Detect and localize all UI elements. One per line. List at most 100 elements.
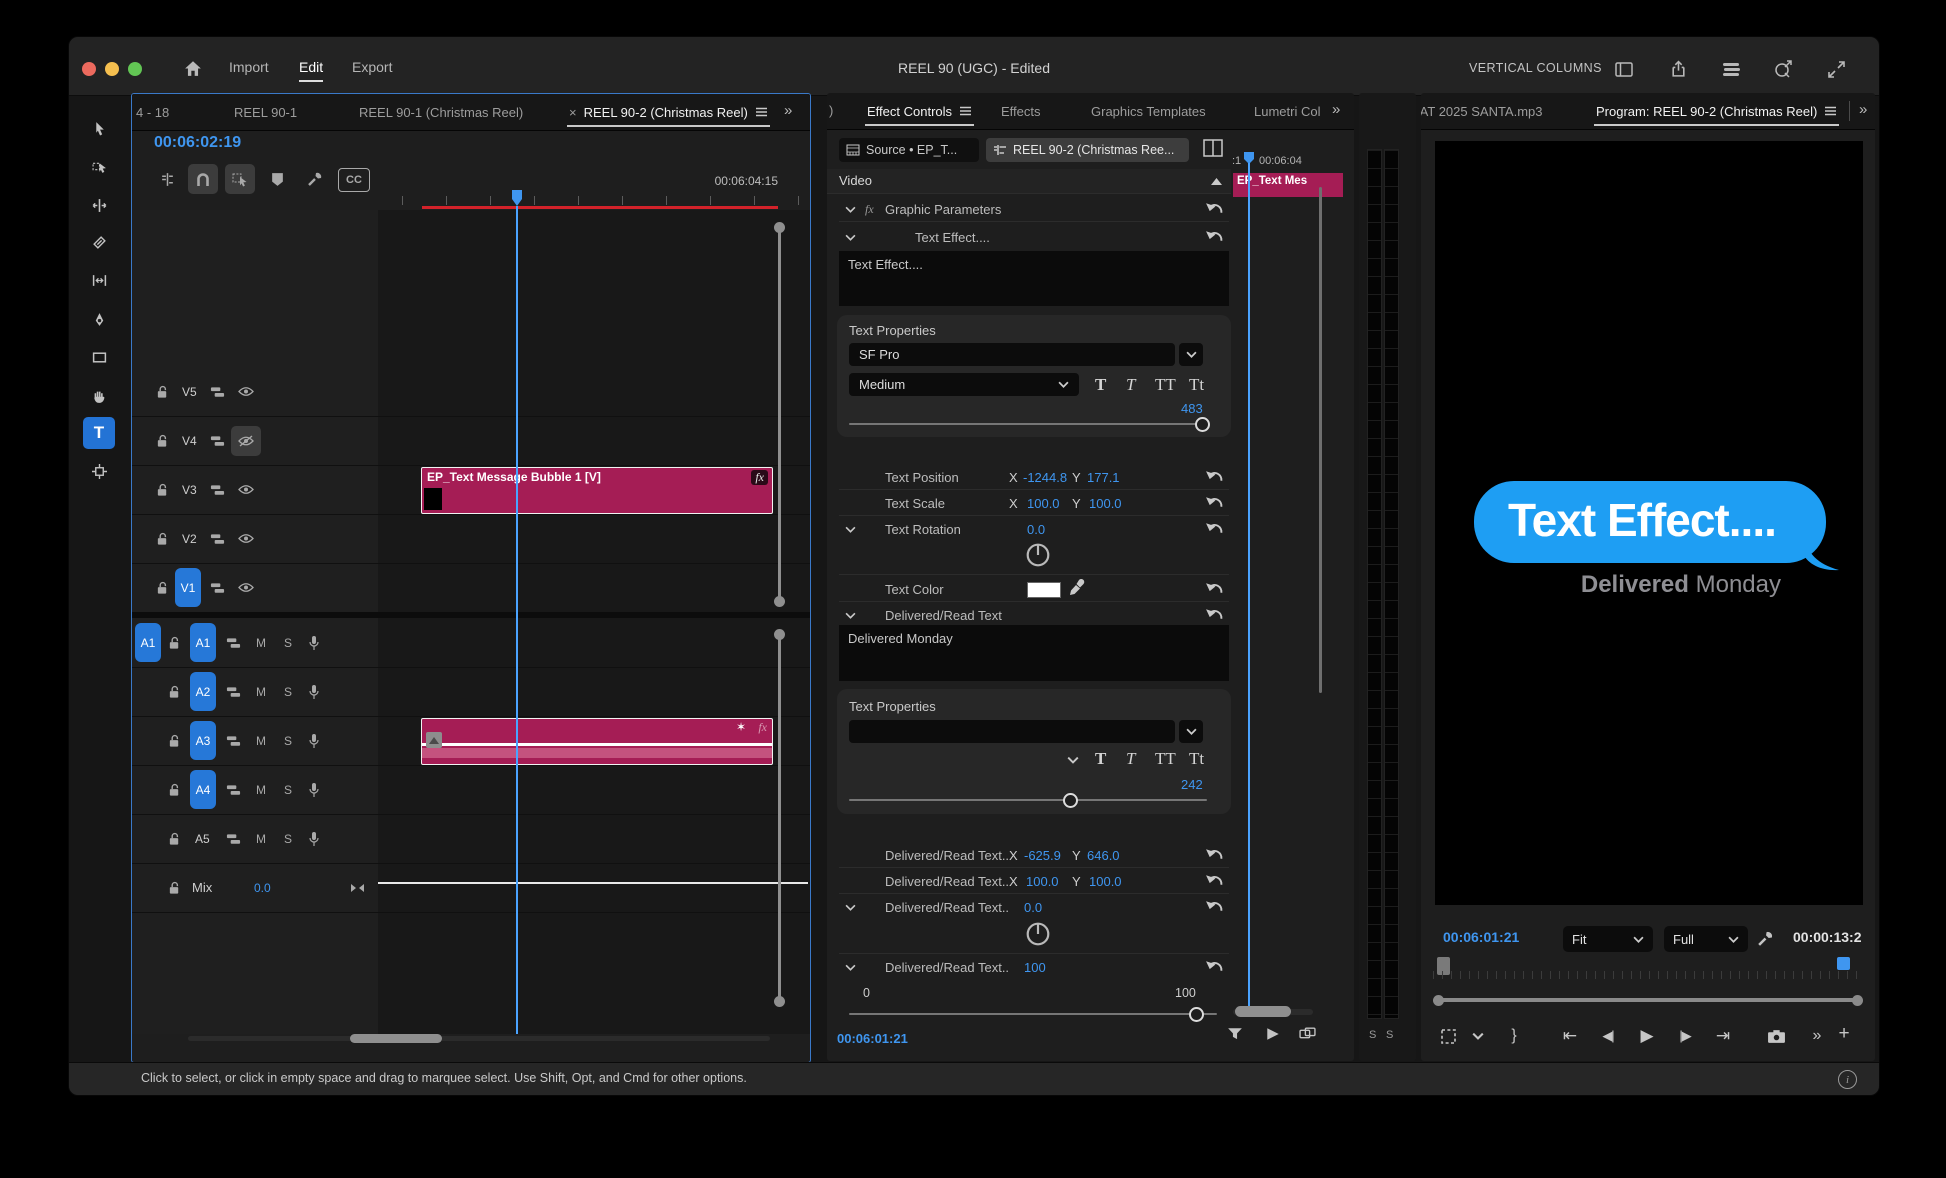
dr-scale-x[interactable]: 100.0 xyxy=(1026,874,1059,889)
text-position-x[interactable]: -1244.8 xyxy=(1023,470,1067,485)
track-target-badge[interactable]: A4 xyxy=(190,770,216,809)
info-icon[interactable]: i xyxy=(1838,1070,1857,1089)
font-size-slider-knob[interactable] xyxy=(1063,793,1078,808)
split-view-icon[interactable] xyxy=(1203,139,1225,161)
mini-hscroll-handle[interactable] xyxy=(1235,1006,1291,1017)
chevron-down-icon[interactable] xyxy=(845,206,856,213)
text-effect-input[interactable]: Text Effect.... xyxy=(839,251,1229,306)
track-label[interactable]: V4 xyxy=(182,434,197,448)
video-section-header[interactable]: Video xyxy=(827,169,1231,194)
reset-parameter-icon[interactable] xyxy=(1205,847,1224,862)
mic-icon[interactable] xyxy=(308,635,320,651)
track-visibility-eye-icon[interactable] xyxy=(238,386,254,397)
color-swatch[interactable] xyxy=(1027,582,1061,598)
mute-button[interactable]: M xyxy=(256,832,266,846)
sync-lock-icon[interactable] xyxy=(210,484,225,496)
reset-parameter-icon[interactable] xyxy=(1205,607,1224,622)
mute-button[interactable]: M xyxy=(256,734,266,748)
hand-tool[interactable] xyxy=(83,380,115,412)
timeline-ruler[interactable]: 00:06:04:15 xyxy=(378,134,810,210)
mini-playhead-line[interactable] xyxy=(1248,163,1250,1013)
track-label[interactable]: V2 xyxy=(182,532,197,546)
font-size-value[interactable]: 242 xyxy=(1181,777,1203,792)
keyframe-nav-icon[interactable] xyxy=(350,883,365,893)
text-effect-row[interactable]: Text Effect.... xyxy=(827,225,1231,250)
mark-out-icon[interactable]: } xyxy=(1503,1025,1525,1047)
sync-lock-icon[interactable] xyxy=(226,784,241,796)
graphic-parameters-row[interactable]: fx Graphic Parameters xyxy=(827,197,1231,222)
type-tool[interactable]: T xyxy=(83,417,115,449)
dr-position-x[interactable]: -625.9 xyxy=(1024,848,1061,863)
solo-button[interactable]: S xyxy=(284,734,292,748)
mute-button[interactable]: M xyxy=(256,636,266,650)
tab-effect-controls[interactable]: Effect Controls xyxy=(867,93,972,129)
dr-opacity-slider[interactable] xyxy=(849,1013,1217,1015)
lock-icon[interactable] xyxy=(156,581,169,595)
marquee-chevron-icon[interactable] xyxy=(1467,1025,1489,1047)
solo-button[interactable]: S xyxy=(284,832,292,846)
all-caps-button[interactable]: TT xyxy=(1155,375,1176,395)
track-label[interactable]: A5 xyxy=(195,832,210,846)
all-caps-button[interactable]: TT xyxy=(1155,749,1176,769)
reset-parameter-icon[interactable] xyxy=(1205,469,1224,484)
panel-menu-icon[interactable] xyxy=(959,106,972,116)
mix-automation-line[interactable] xyxy=(378,882,808,884)
timeline-tab-1[interactable]: REEL 90-1 xyxy=(234,94,297,130)
rectangle-tool[interactable] xyxy=(83,341,115,373)
button-overflow-icon[interactable]: » xyxy=(1805,1025,1827,1047)
reset-parameter-icon[interactable] xyxy=(1205,899,1224,914)
dr-scale-y[interactable]: 100.0 xyxy=(1089,874,1122,889)
slip-tool[interactable] xyxy=(83,264,115,296)
scrollbar-handle[interactable] xyxy=(774,629,785,640)
chevron-down-icon[interactable] xyxy=(845,526,856,533)
lock-icon[interactable] xyxy=(168,881,181,895)
rotation-dial[interactable] xyxy=(1025,921,1051,947)
scrollbar-handle[interactable] xyxy=(774,222,785,233)
video-clip[interactable]: EP_Text Message Bubble 1 [V] fx xyxy=(421,467,773,514)
source-clip-button[interactable]: Source • EP_T... xyxy=(839,138,979,162)
track-target-badge[interactable]: V1 xyxy=(175,568,201,607)
solo-meter-button[interactable]: S xyxy=(1386,1029,1393,1041)
reset-parameter-icon[interactable] xyxy=(1205,229,1224,244)
font-size-slider-knob[interactable] xyxy=(1195,417,1210,432)
track-visibility-eye-off-icon[interactable] xyxy=(231,426,261,456)
lock-icon[interactable] xyxy=(168,734,181,748)
faux-bold-button[interactable]: T xyxy=(1095,375,1106,395)
dr-rotation-value[interactable]: 0.0 xyxy=(1024,900,1042,915)
audio-clip[interactable]: ✶ fx xyxy=(421,718,773,765)
program-video-frame[interactable]: Text Effect.... Delivered Monday xyxy=(1435,141,1863,905)
tab-overflow-icon[interactable]: » xyxy=(784,102,790,119)
text-scale-x[interactable]: 100.0 xyxy=(1027,496,1060,511)
add-button-icon[interactable]: + xyxy=(1833,1023,1855,1045)
chevron-down-icon[interactable] xyxy=(845,234,856,241)
playhead-marker[interactable] xyxy=(511,189,523,207)
lock-icon[interactable] xyxy=(156,385,169,399)
eyedropper-icon[interactable] xyxy=(1069,579,1085,596)
nest-sequence-icon[interactable] xyxy=(154,166,180,192)
font-family-select[interactable] xyxy=(849,720,1175,743)
faux-italic-button[interactable]: T xyxy=(1126,749,1135,769)
collapse-triangle-icon[interactable] xyxy=(1211,178,1222,185)
step-back-icon[interactable]: ◀| xyxy=(1597,1025,1619,1047)
dr-opacity-value[interactable]: 100 xyxy=(1024,960,1046,975)
text-rotation-value[interactable]: 0.0 xyxy=(1027,522,1045,537)
mute-button[interactable]: M xyxy=(256,685,266,699)
font-style-select[interactable]: Medium xyxy=(849,373,1079,396)
sync-lock-icon[interactable] xyxy=(226,637,241,649)
sync-lock-icon[interactable] xyxy=(210,386,225,398)
panel-menu-icon[interactable] xyxy=(755,107,768,117)
clipped-tab[interactable]: ) xyxy=(829,103,833,118)
zoom-level-select[interactable]: Fit xyxy=(1563,926,1653,952)
step-forward-icon[interactable]: |▶ xyxy=(1674,1025,1696,1047)
tab-program[interactable]: Program: REEL 90-2 (Christmas Reel) xyxy=(1596,93,1837,129)
playhead-line[interactable] xyxy=(516,206,518,1034)
program-settings-wrench-icon[interactable] xyxy=(1757,930,1774,947)
solo-button[interactable]: S xyxy=(284,685,292,699)
tab-graphics-templates[interactable]: Graphics Templates xyxy=(1091,93,1206,129)
play-button[interactable]: ▶ xyxy=(1636,1025,1658,1047)
keyframe-export-icon[interactable] xyxy=(1299,1027,1321,1049)
reset-parameter-icon[interactable] xyxy=(1205,581,1224,596)
track-target-badge[interactable]: A3 xyxy=(190,721,216,760)
program-scrub-bar[interactable] xyxy=(1433,955,1863,979)
snap-toggle-icon[interactable] xyxy=(188,164,218,194)
